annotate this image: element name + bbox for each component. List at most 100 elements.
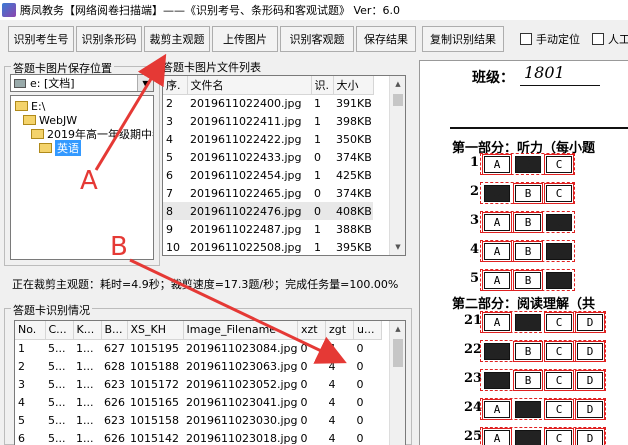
table-cell: 1015188: [130, 359, 179, 373]
table-row[interactable]: 6 5... 1... 626 1015142 2019611023018.jpg 0 4 0: [15, 429, 382, 445]
answer-option: C: [544, 369, 574, 391]
save-results-button[interactable]: 保存结果: [356, 26, 416, 52]
answer-option: B: [513, 211, 543, 233]
table-cell: 2019611022433.jpg: [190, 150, 302, 164]
answer-option: C: [546, 271, 572, 289]
answer-row: ABC: [480, 269, 575, 291]
table-cell: 0: [356, 341, 364, 355]
table-cell: 425KB: [336, 168, 372, 182]
table-cell: 0: [300, 359, 308, 373]
table-cell: 1015165: [130, 395, 179, 409]
table-cell: 8: [166, 204, 173, 218]
results-title: 答题卡识别情况: [11, 302, 92, 318]
answer-option: A: [484, 184, 510, 202]
column-header[interactable]: 大小: [333, 76, 374, 95]
table-row[interactable]: 6 2019611022454.jpg 1 425KB: [163, 166, 373, 184]
table-cell: 1015172: [130, 377, 179, 391]
table-row[interactable]: 4 2019611022422.jpg 1 350KB: [163, 130, 373, 148]
manual-position-checkbox[interactable]: 手动定位: [520, 31, 580, 47]
table-cell: 2: [166, 96, 173, 110]
table-cell: 0: [356, 413, 364, 427]
table-row[interactable]: 10 2019611022508.jpg 1 395KB: [163, 238, 373, 255]
column-header[interactable]: 序.: [163, 76, 188, 95]
answer-option: A: [482, 427, 512, 445]
table-cell: 4: [328, 341, 336, 355]
recognize-objective-button[interactable]: 识别客观题: [280, 26, 354, 52]
answer-option: B: [513, 340, 543, 362]
column-header[interactable]: C...: [45, 321, 74, 340]
recognize-student-id-button[interactable]: 识别考生号: [8, 26, 74, 52]
table-cell: 2019611022422.jpg: [190, 132, 302, 146]
table-cell: 0: [300, 413, 308, 427]
table-cell: 5...: [48, 413, 66, 427]
scroll-thumb[interactable]: [393, 339, 403, 367]
answer-option: C: [544, 153, 574, 175]
results-grid[interactable]: No. C... K... B... XS_KH Image_Filename xzt zgt…: [14, 320, 406, 445]
table-cell: 408KB: [336, 204, 372, 218]
table-cell: 2019611023052.jpg: [186, 377, 298, 391]
column-header[interactable]: xzt: [297, 321, 326, 340]
tree-item-webjw[interactable]: WebJW: [23, 113, 77, 127]
table-row[interactable]: 1 5... 1... 627 1015195 2019611023084.jpg 0 4 0: [15, 339, 382, 357]
table-cell: 626: [104, 395, 125, 409]
copy-results-button[interactable]: 复制识别结果: [422, 26, 504, 52]
table-cell: 0: [314, 150, 321, 164]
table-row[interactable]: 4 5... 1... 626 1015165 2019611023041.jpg 0 4 0: [15, 393, 382, 411]
table-row[interactable]: 2 5... 1... 628 1015188 2019611023063.jpg 0 4 0: [15, 357, 382, 375]
column-header[interactable]: K...: [73, 321, 102, 340]
table-cell: 2019611022487.jpg: [190, 222, 302, 236]
column-header[interactable]: Image_Filename: [183, 321, 298, 340]
chevron-up-icon[interactable]: ▲: [390, 321, 405, 337]
table-cell: 1: [314, 96, 321, 110]
file-list-grid[interactable]: 序. 文件名 识. 大小 2 2019611022400.jpg 1 391KB 3 20…: [162, 75, 406, 256]
column-header[interactable]: 识.: [311, 76, 334, 95]
table-cell: 1...: [76, 413, 94, 427]
table-row[interactable]: 8 2019611022476.jpg 0 408KB: [163, 202, 373, 220]
tree-item-exam[interactable]: 2019年高一年级期中考试: [31, 127, 153, 141]
column-header[interactable]: u...: [353, 321, 382, 340]
table-row[interactable]: 5 2019611022433.jpg 0 374KB: [163, 148, 373, 166]
manual-checkbox[interactable]: 人工: [592, 31, 628, 47]
table-cell: 2019611022476.jpg: [190, 204, 302, 218]
table-row[interactable]: 7 2019611022465.jpg 0 374KB: [163, 184, 373, 202]
table-row[interactable]: 3 5... 1... 623 1015172 2019611023052.jpg 0 4 0: [15, 375, 382, 393]
table-cell: 391KB: [336, 96, 372, 110]
upload-images-button[interactable]: 上传图片: [212, 26, 278, 52]
column-header[interactable]: No.: [15, 321, 46, 340]
table-cell: 5...: [48, 359, 66, 373]
answer-option: D: [575, 369, 605, 391]
answer-row: ABCD: [480, 311, 606, 333]
crop-subjective-button[interactable]: 裁剪主观题: [144, 26, 210, 52]
column-header[interactable]: B...: [101, 321, 128, 340]
table-cell: 0: [356, 359, 364, 373]
tree-item-english[interactable]: 英语: [39, 140, 81, 156]
table-row[interactable]: 2 2019611022400.jpg 1 391KB: [163, 94, 373, 112]
answer-row: ABCD: [480, 427, 606, 445]
table-cell: 1...: [76, 359, 94, 373]
file-list-scrollbar[interactable]: ▲ ▼: [389, 76, 405, 255]
table-cell: 2019611023041.jpg: [186, 395, 298, 409]
column-header[interactable]: zgt: [325, 321, 354, 340]
answer-row: ABC: [480, 182, 575, 204]
chevron-down-icon[interactable]: ▼: [137, 75, 153, 91]
table-row[interactable]: 5 5... 1... 623 1015158 2019611023030.jpg 0 4 0: [15, 411, 382, 429]
recognize-barcode-button[interactable]: 识别条形码: [76, 26, 142, 52]
answer-option: D: [575, 427, 605, 445]
answer-option: C: [544, 398, 574, 420]
scroll-thumb[interactable]: [393, 94, 403, 106]
table-cell: 6: [18, 431, 25, 445]
table-row[interactable]: 3 2019611022411.jpg 1 398KB: [163, 112, 373, 130]
column-header[interactable]: 文件名: [187, 76, 312, 95]
table-row[interactable]: 9 2019611022487.jpg 1 388KB: [163, 220, 373, 238]
answer-option: C: [546, 213, 572, 231]
chevron-down-icon[interactable]: ▼: [390, 239, 405, 255]
answer-option: A: [482, 211, 512, 233]
column-header[interactable]: XS_KH: [127, 321, 184, 340]
drive-select[interactable]: e: [文档] ▼: [10, 74, 154, 92]
tree-item-drive[interactable]: E:\: [15, 99, 45, 113]
answer-option: A: [482, 153, 512, 175]
table-cell: 395KB: [336, 240, 372, 254]
results-scrollbar[interactable]: ▲: [389, 321, 405, 445]
answer-option: B: [513, 369, 543, 391]
chevron-up-icon[interactable]: ▲: [390, 76, 405, 92]
